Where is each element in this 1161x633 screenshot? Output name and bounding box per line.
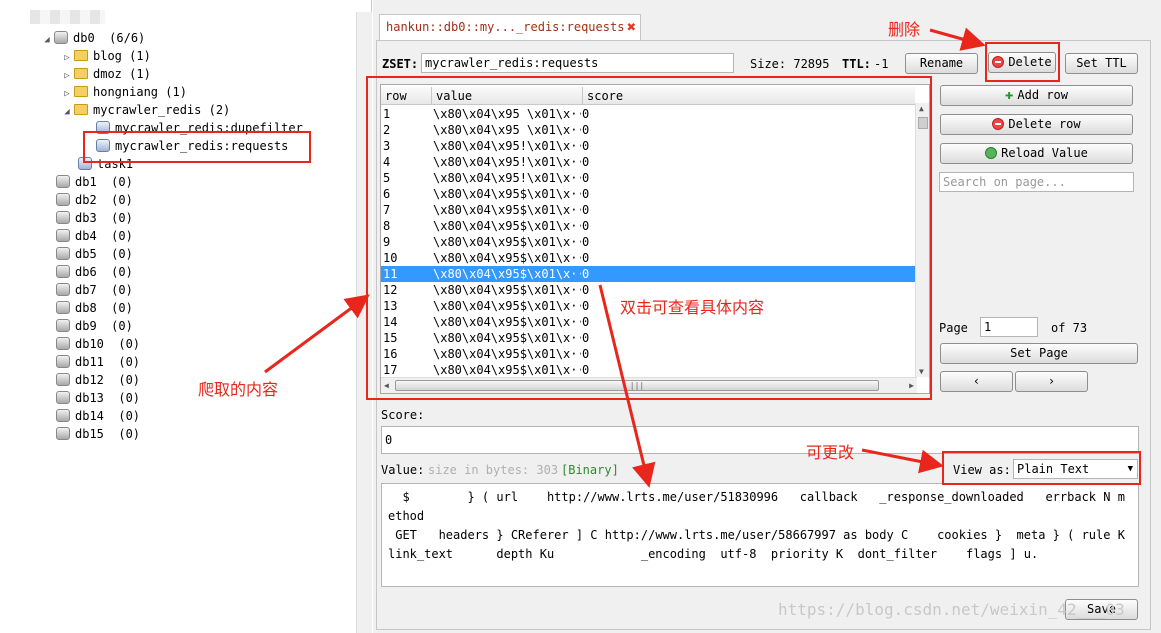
database-icon <box>56 373 70 386</box>
folder-icon <box>74 68 88 79</box>
tree-node-db5[interactable]: db5 (0) <box>56 245 133 263</box>
reload-value-button[interactable]: Reload Value <box>940 143 1133 164</box>
tree-node-db13[interactable]: db13 (0) <box>56 389 140 407</box>
folder-icon <box>74 104 88 115</box>
tree-node-dmoz[interactable]: ▷ dmoz (1) <box>60 65 151 83</box>
value-text-area[interactable]: $ } ( url http://www.lrts.me/user/518309… <box>381 483 1139 587</box>
highlight-table <box>366 76 932 400</box>
delete-icon <box>992 118 1005 130</box>
tree-node-db9[interactable]: db9 (0) <box>56 317 133 335</box>
database-icon <box>56 319 70 332</box>
set-page-button[interactable]: Set Page <box>940 343 1138 364</box>
key-tree-panel: ◢ db0 (6/6) ▷ blog (1) ▷ dmoz (1) ▷ hongnian… <box>0 0 372 633</box>
delete-row-button[interactable]: Delete row <box>940 114 1133 135</box>
database-icon <box>56 247 70 260</box>
tree-node-db2[interactable]: db2 (0) <box>56 191 133 209</box>
score-label: Score: <box>381 408 425 422</box>
folder-icon <box>74 86 88 97</box>
ttl-label: TTL: <box>842 57 871 71</box>
add-row-button[interactable]: ✚ Add row <box>940 85 1133 106</box>
close-icon[interactable]: ✖ <box>627 15 636 40</box>
chevron-left-icon: ‹ <box>972 374 981 388</box>
set-ttl-button[interactable]: Set TTL <box>1065 53 1138 74</box>
prev-page-button[interactable]: ‹ <box>940 371 1013 392</box>
database-icon <box>56 409 70 422</box>
annotation-delete: 删除 <box>888 20 921 39</box>
annotation-changeable: 可更改 <box>806 443 855 462</box>
database-icon <box>56 265 70 278</box>
tree-node-db8[interactable]: db8 (0) <box>56 299 133 317</box>
tab-title: hankun::db0::my..._redis:requests <box>386 20 625 34</box>
page-label: Page <box>939 321 968 335</box>
database-icon <box>56 211 70 224</box>
score-field[interactable]: 0 <box>381 426 1139 454</box>
tree-node-db1[interactable]: db1 (0) <box>56 173 133 191</box>
database-icon <box>56 391 70 404</box>
value-label: Value: <box>381 463 425 477</box>
highlight-delete <box>985 42 1060 82</box>
tree-node-db12[interactable]: db12 (0) <box>56 371 140 389</box>
database-icon <box>56 427 70 440</box>
tree-node-db10[interactable]: db10 (0) <box>56 335 140 353</box>
tree-node-db11[interactable]: db11 (0) <box>56 353 140 371</box>
next-page-button[interactable]: › <box>1015 371 1088 392</box>
watermark-text: https://blog.csdn.net/weixin_42___03 <box>778 600 1125 619</box>
tree-node-db14[interactable]: db14 (0) <box>56 407 140 425</box>
page-number-input[interactable]: 1 <box>980 317 1038 337</box>
ttl-value: -1 <box>874 57 889 71</box>
database-icon <box>56 283 70 296</box>
tree-node-hongniang[interactable]: ▷ hongniang (1) <box>60 83 187 101</box>
reload-icon <box>985 147 998 159</box>
database-icon <box>54 31 68 44</box>
key-type-label: ZSET: <box>382 57 419 71</box>
key-name-field[interactable]: mycrawler_redis:requests <box>421 53 734 73</box>
highlight-view-as <box>942 451 1141 485</box>
expand-arrow-icon[interactable]: ◢ <box>60 103 74 121</box>
annotation-double-click: 双击可查看具体内容 <box>620 298 765 317</box>
tree-node-blog[interactable]: ▷ blog (1) <box>60 47 151 65</box>
database-icon <box>56 355 70 368</box>
expand-arrow-icon[interactable]: ◢ <box>40 31 54 49</box>
tree-node-db0[interactable]: ◢ db0 (6/6) <box>40 29 145 47</box>
tree-node-db15[interactable]: db15 (0) <box>56 425 140 443</box>
blurred-connection-label <box>30 10 105 24</box>
binary-badge: [Binary] <box>561 463 619 477</box>
tree-node-mycrawler-redis[interactable]: ◢ mycrawler_redis (2) <box>60 101 230 119</box>
database-icon <box>56 337 70 350</box>
database-icon <box>56 229 70 242</box>
annotation-crawled-content: 爬取的内容 <box>198 380 279 399</box>
key-size-label: Size: 72895 <box>750 57 830 71</box>
search-on-page-input[interactable]: Search on page... <box>939 172 1134 192</box>
rename-button[interactable]: Rename <box>905 53 978 74</box>
chevron-right-icon: › <box>1047 374 1056 388</box>
tree-node-db6[interactable]: db6 (0) <box>56 263 133 281</box>
tree-node-db3[interactable]: db3 (0) <box>56 209 133 227</box>
highlight-requests-key <box>83 131 311 163</box>
folder-icon <box>74 50 88 61</box>
database-icon <box>56 193 70 206</box>
database-icon <box>56 301 70 314</box>
database-icon <box>56 175 70 188</box>
plus-icon: ✚ <box>1004 87 1014 103</box>
page-count-label: of 73 <box>1051 321 1088 335</box>
tree-node-db7[interactable]: db7 (0) <box>56 281 133 299</box>
tab-key-requests[interactable]: hankun::db0::my..._redis:requests ✖ <box>379 14 641 40</box>
tree-node-db4[interactable]: db4 (0) <box>56 227 133 245</box>
value-size-hint: size in bytes: 303 <box>428 463 559 477</box>
